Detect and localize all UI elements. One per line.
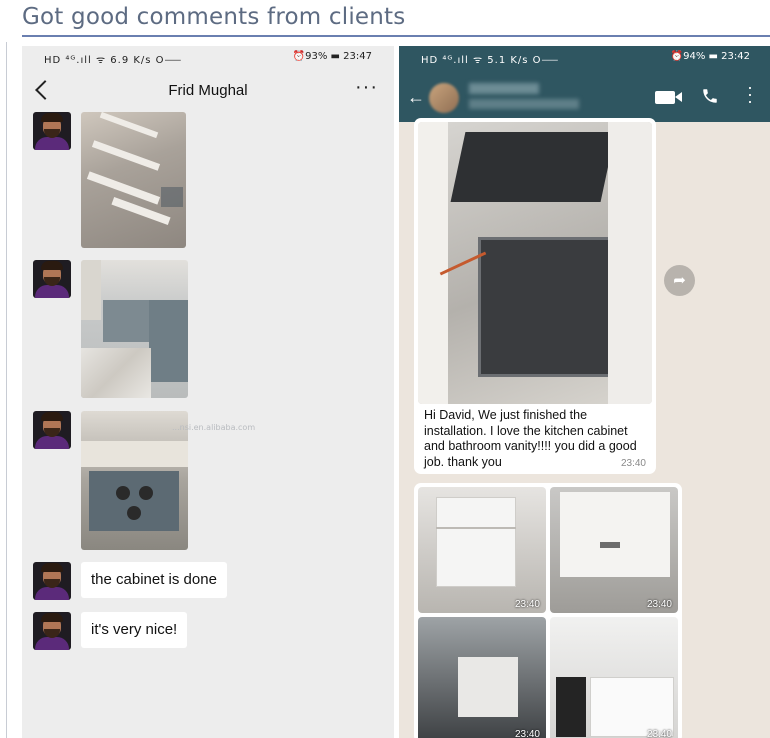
photo-time: 23:40 <box>514 729 540 738</box>
photo-time: 23:40 <box>514 599 540 610</box>
more-vertical-icon[interactable]: · · · <box>747 78 753 110</box>
message-bubble[interactable]: it's very nice! <box>81 612 188 648</box>
contact-status-blurred <box>469 99 579 109</box>
message-bubble[interactable]: the cabinet is done <box>81 562 227 598</box>
photo-time: 23:40 <box>646 729 672 738</box>
contact-name-blurred <box>469 83 539 94</box>
battery-clock: ⏰94% ▬ 23:42 <box>670 51 750 62</box>
video-call-icon[interactable] <box>655 91 675 104</box>
message-photo[interactable] <box>418 122 652 404</box>
chat-header: Frid Mughal ··· <box>22 74 394 108</box>
chat-header: HD ⁴ᴳ.ıll ᯤ 5.1 K/s O⸺ ⏰94% ▬ 23:42 ← · ·… <box>399 46 770 122</box>
contact-name: Frid Mughal <box>168 82 248 99</box>
avatar[interactable] <box>429 83 459 113</box>
avatar[interactable] <box>33 112 71 150</box>
avatar[interactable] <box>33 411 71 449</box>
album-photo[interactable]: 23:40 <box>550 487 678 613</box>
watermark: ...nsi.en.alibaba.com <box>172 423 256 432</box>
message-photo[interactable] <box>81 260 188 398</box>
message-bubble[interactable]: Hi David, We just finished the installat… <box>414 118 656 474</box>
avatar[interactable] <box>33 612 71 650</box>
status-bar: HD ⁴ᴳ.ıll ᯤ 5.1 K/s O⸺ ⏰94% ▬ 23:42 <box>399 46 770 68</box>
video-call-icon-lens <box>675 92 682 102</box>
avatar[interactable] <box>33 260 71 298</box>
side-divider <box>6 42 7 738</box>
battery-clock: ⏰93% ▬ 23:47 <box>292 51 372 62</box>
network-status: HD ⁴ᴳ.ıll ᯤ 6.9 K/s O⸺ <box>44 55 183 66</box>
album-photo[interactable]: 23:40 <box>418 487 546 613</box>
page: Got good comments from clients HD ⁴ᴳ.ıll… <box>0 0 770 738</box>
album-photo[interactable]: 23:40 <box>550 617 678 738</box>
message-time: 23:40 <box>620 458 646 469</box>
album-photo[interactable]: 23:40 <box>418 617 546 738</box>
arrow-left-icon[interactable]: ← <box>407 87 425 108</box>
more-horizontal-icon[interactable]: ··· <box>355 76 378 99</box>
heading-divider <box>22 35 770 37</box>
whatsapp-screenshot: HD ⁴ᴳ.ıll ᯤ 5.1 K/s O⸺ ⏰94% ▬ 23:42 ← · ·… <box>399 46 770 738</box>
status-bar: HD ⁴ᴳ.ıll ᯤ 6.9 K/s O⸺ ⏰93% ▬ 23:47 <box>22 46 394 68</box>
wechat-screenshot: HD ⁴ᴳ.ıll ᯤ 6.9 K/s O⸺ ⏰93% ▬ 23:47 Frid… <box>22 46 394 738</box>
phone-icon[interactable] <box>701 87 719 105</box>
forward-icon[interactable]: ➦ <box>664 265 695 296</box>
network-status: HD ⁴ᴳ.ıll ᯤ 5.1 K/s O⸺ <box>421 55 560 66</box>
avatar[interactable] <box>33 562 71 600</box>
page-heading: Got good comments from clients <box>22 4 406 30</box>
photo-time: 23:40 <box>646 599 672 610</box>
message-photo[interactable] <box>81 112 186 248</box>
photo-album-bubble[interactable]: 23:40 23:40 23:40 23:40 <box>414 483 682 738</box>
message-text: Hi David, We just finished the installat… <box>424 408 637 469</box>
